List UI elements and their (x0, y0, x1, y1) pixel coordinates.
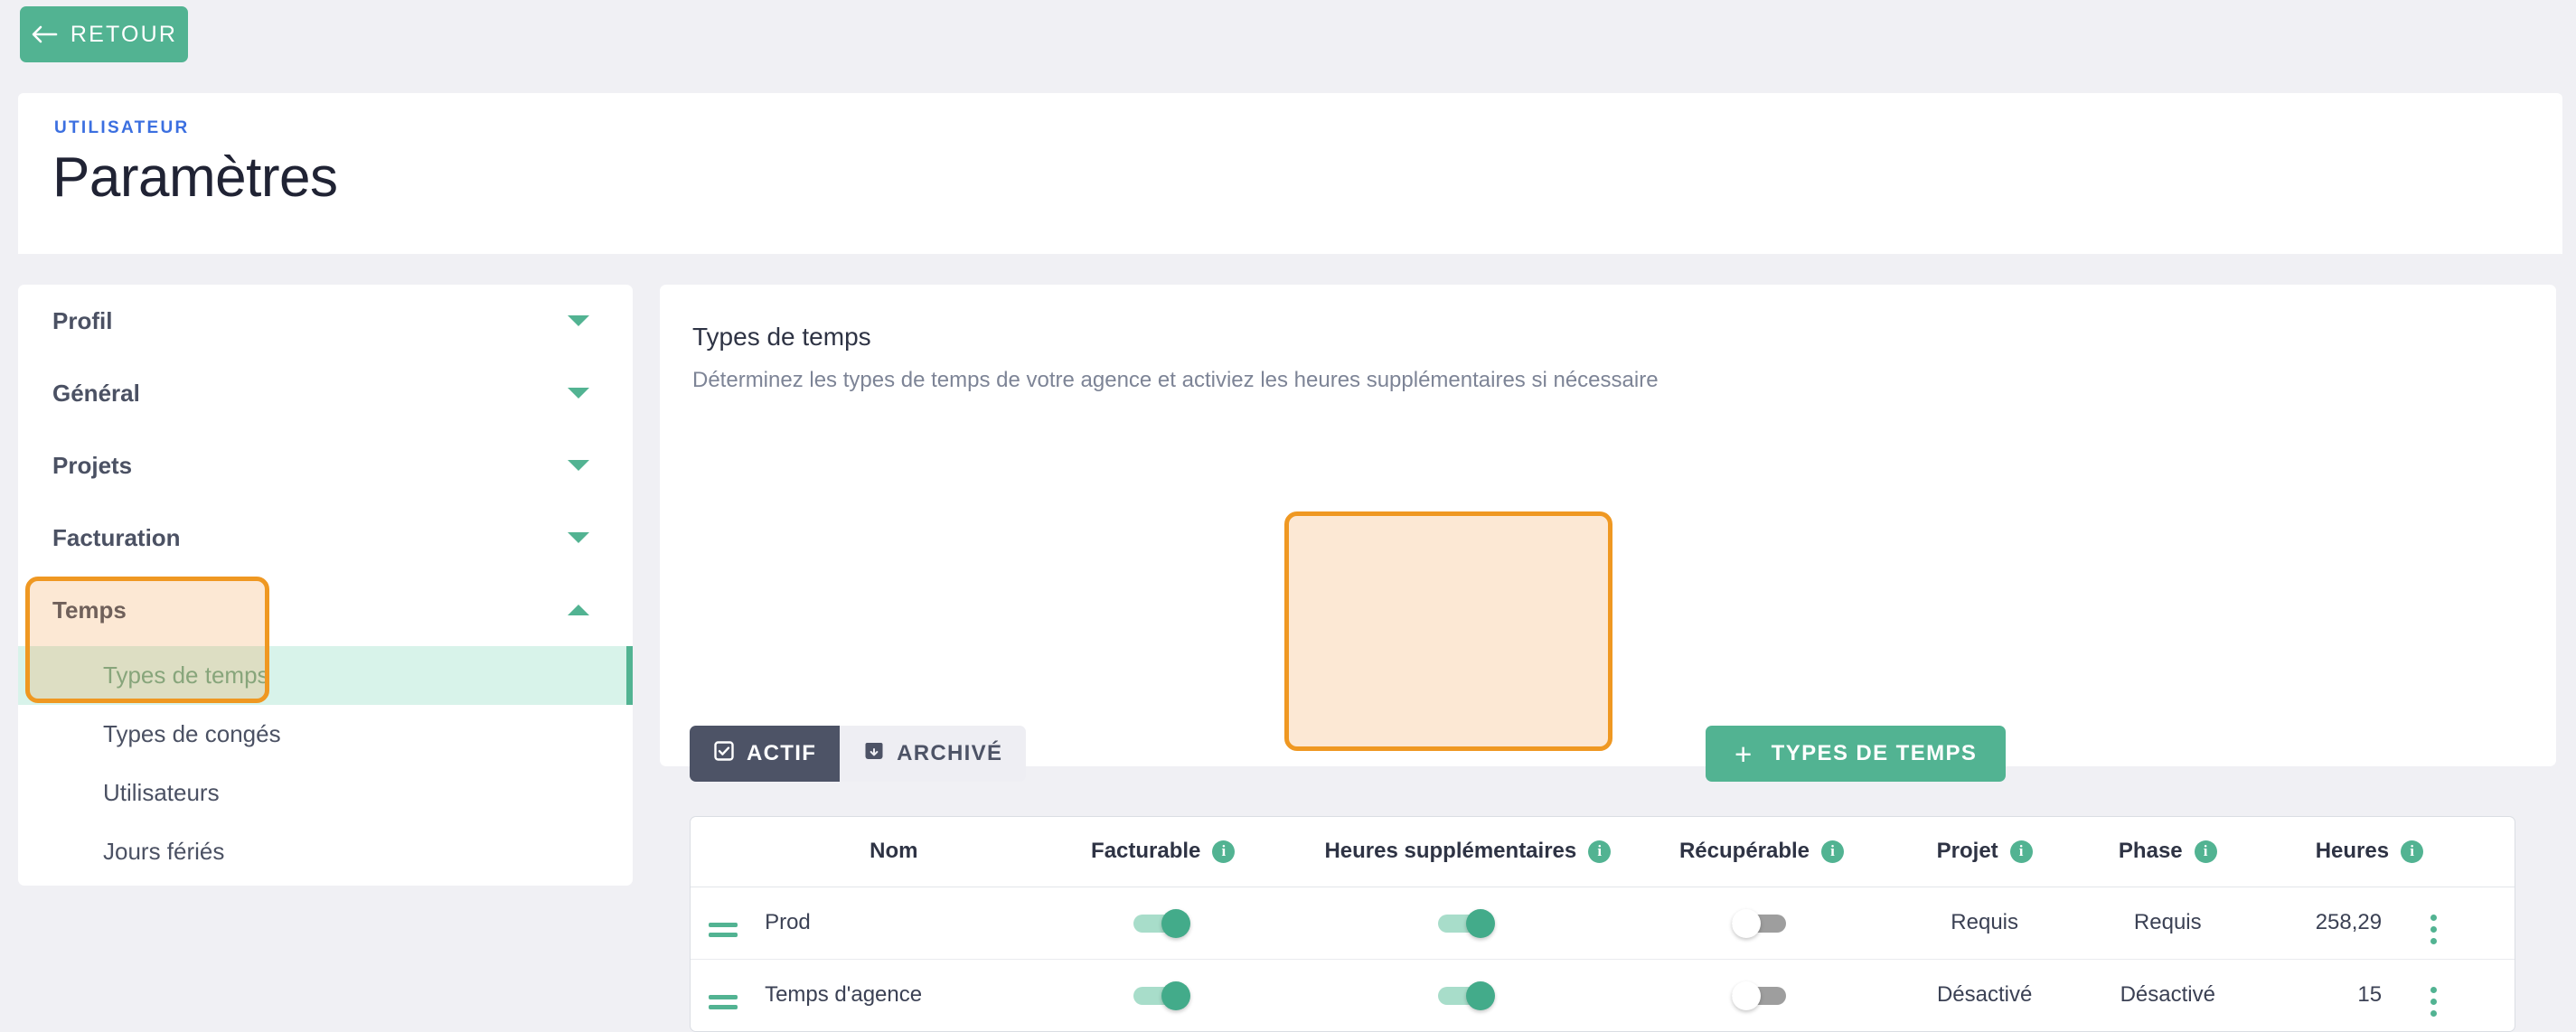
sidebar-item-utilisateurs[interactable]: Utilisateurs (18, 764, 633, 822)
table-row: Prod Requis Requis 258,29 (691, 887, 2515, 960)
sidebar-group-label: Profil (52, 306, 113, 334)
sidebar-group-label: Général (52, 379, 140, 407)
breadcrumb: UTILISATEUR (54, 118, 190, 137)
column-label: Heures supplémentaires (1324, 839, 1577, 864)
sidebar-group-temps[interactable]: Temps (18, 574, 633, 646)
column-header-menu (2430, 817, 2515, 887)
cell-nom: Prod (765, 887, 1023, 960)
cell-heures-supplementaires (1302, 887, 1632, 960)
chevron-down-icon[interactable] (568, 388, 589, 399)
row-drag-cell (691, 887, 766, 960)
toggle-heures-supplementaires[interactable] (1437, 980, 1498, 1010)
info-icon[interactable]: i (1212, 840, 1236, 863)
info-icon[interactable]: i (2401, 840, 2424, 863)
sidebar-group-label: Projets (52, 451, 133, 479)
cell-facturable (1023, 959, 1303, 1031)
filter-actif-label: ACTIF (747, 741, 817, 765)
settings-sidebar: Profil Général Projets Facturation Temps… (18, 285, 633, 886)
column-header-handle (691, 817, 766, 887)
sidebar-item-jours-feries[interactable]: Jours fériés (18, 822, 633, 881)
info-icon[interactable]: i (1588, 840, 1612, 863)
sidebar-group-general[interactable]: Général (18, 357, 633, 429)
plus-icon: + (1735, 736, 1753, 771)
types-de-temps-panel: Types de temps Déterminez les types de t… (660, 285, 2556, 1032)
page-title: Paramètres (52, 146, 338, 209)
sidebar-group-label: Facturation (52, 523, 181, 551)
row-menu-cell (2430, 959, 2515, 1031)
kebab-menu-icon[interactable] (2430, 914, 2438, 944)
cell-phase: Requis (2078, 887, 2258, 960)
sidebar-group-label: Temps (52, 596, 127, 624)
panel-subtitle: Déterminez les types de temps de votre a… (692, 368, 1659, 392)
drag-handle-icon[interactable] (709, 923, 738, 937)
info-icon[interactable]: i (2194, 840, 2217, 863)
sidebar-item-label: Jours fériés (103, 838, 225, 865)
info-icon[interactable]: i (1821, 840, 1845, 863)
filter-archive-button[interactable]: ARCHIVÉ (840, 726, 1027, 782)
kebab-menu-icon[interactable] (2430, 986, 2438, 1017)
chevron-down-icon[interactable] (568, 532, 589, 543)
toggle-facturable[interactable] (1133, 980, 1193, 1010)
cell-recuperable (1631, 887, 1892, 960)
column-header-facturable: Facturable i (1022, 817, 1303, 887)
toggle-recuperable[interactable] (1732, 908, 1791, 938)
filter-actif-button[interactable]: ACTIF (690, 726, 841, 782)
cell-projet: Requis (1891, 887, 2079, 960)
cell-heures: 15 (2357, 982, 2383, 1008)
column-header-heures: Heures i (2257, 817, 2431, 887)
info-icon[interactable]: i (2009, 840, 2033, 863)
page-header-card: UTILISATEUR Paramètres (18, 93, 2562, 254)
add-button-label: TYPES DE TEMPS (1771, 741, 1978, 765)
cell-phase: Désactivé (2120, 982, 2215, 1008)
sidebar-item-types-de-conges[interactable]: Types de congés (18, 705, 633, 764)
arrow-left-icon (31, 23, 58, 45)
sidebar-group-profil[interactable]: Profil (18, 285, 633, 357)
checkbox-checked-icon (713, 740, 735, 768)
cell-heures: 258,29 (2257, 887, 2431, 960)
cell-recuperable (1632, 959, 1891, 1031)
archive-box-icon (863, 740, 885, 768)
column-label: Heures (2315, 839, 2390, 864)
top-bar: RETOUR (0, 0, 2576, 93)
row-drag-cell (691, 959, 765, 1031)
sidebar-group-facturation[interactable]: Facturation (18, 502, 633, 574)
cell-facturable (1022, 887, 1303, 960)
drag-handle-icon[interactable] (709, 995, 738, 1010)
chevron-down-icon[interactable] (568, 460, 589, 471)
types-de-temps-table: Nom Facturable i Heures supplémentaires … (690, 816, 2515, 1032)
column-header-nom: Nom (765, 817, 1023, 887)
chevron-down-icon[interactable] (568, 315, 589, 326)
row-menu-cell (2430, 887, 2515, 960)
cell-projet: Désactivé (1936, 982, 2033, 1008)
column-label: Récupérable (1678, 839, 1810, 864)
add-types-de-temps-button[interactable]: + TYPES DE TEMPS (1706, 726, 2007, 782)
table-row: Temps d'agence Désactivé Désactivé 15 (691, 959, 2515, 1031)
toggle-facturable[interactable] (1133, 908, 1193, 938)
filter-archive-label: ARCHIVÉ (897, 741, 1003, 765)
cell-nom: Temps d'agence (765, 982, 923, 1008)
toggle-heures-supplementaires[interactable] (1437, 908, 1498, 938)
status-filter-group: ACTIF ARCHIVÉ (690, 726, 1027, 782)
sidebar-group-projets[interactable]: Projets (18, 429, 633, 502)
back-button-label: RETOUR (70, 21, 178, 47)
chevron-up-icon[interactable] (568, 605, 589, 615)
column-header-recuperable: Récupérable i (1631, 817, 1892, 887)
column-label: Facturable (1091, 839, 1201, 864)
sidebar-item-label: Utilisateurs (103, 779, 220, 806)
panel-title: Types de temps (692, 323, 871, 351)
back-button[interactable]: RETOUR (20, 6, 188, 62)
sidebar-item-label: Types de congés (103, 720, 281, 747)
sidebar-item-label: Types de temps (103, 661, 269, 689)
column-header-heures-supplementaires: Heures supplémentaires i (1302, 817, 1632, 887)
column-label: Nom (870, 839, 918, 864)
column-header-phase: Phase i (2078, 817, 2258, 887)
toggle-recuperable[interactable] (1732, 980, 1791, 1010)
sidebar-item-types-de-temps[interactable]: Types de temps (18, 646, 633, 705)
column-label: Projet (1936, 839, 1998, 864)
cell-heures-supplementaires (1303, 959, 1632, 1031)
table-header-row: Nom Facturable i Heures supplémentaires … (691, 817, 2515, 887)
column-label: Phase (2118, 839, 2183, 864)
column-header-projet: Projet i (1891, 817, 2079, 887)
